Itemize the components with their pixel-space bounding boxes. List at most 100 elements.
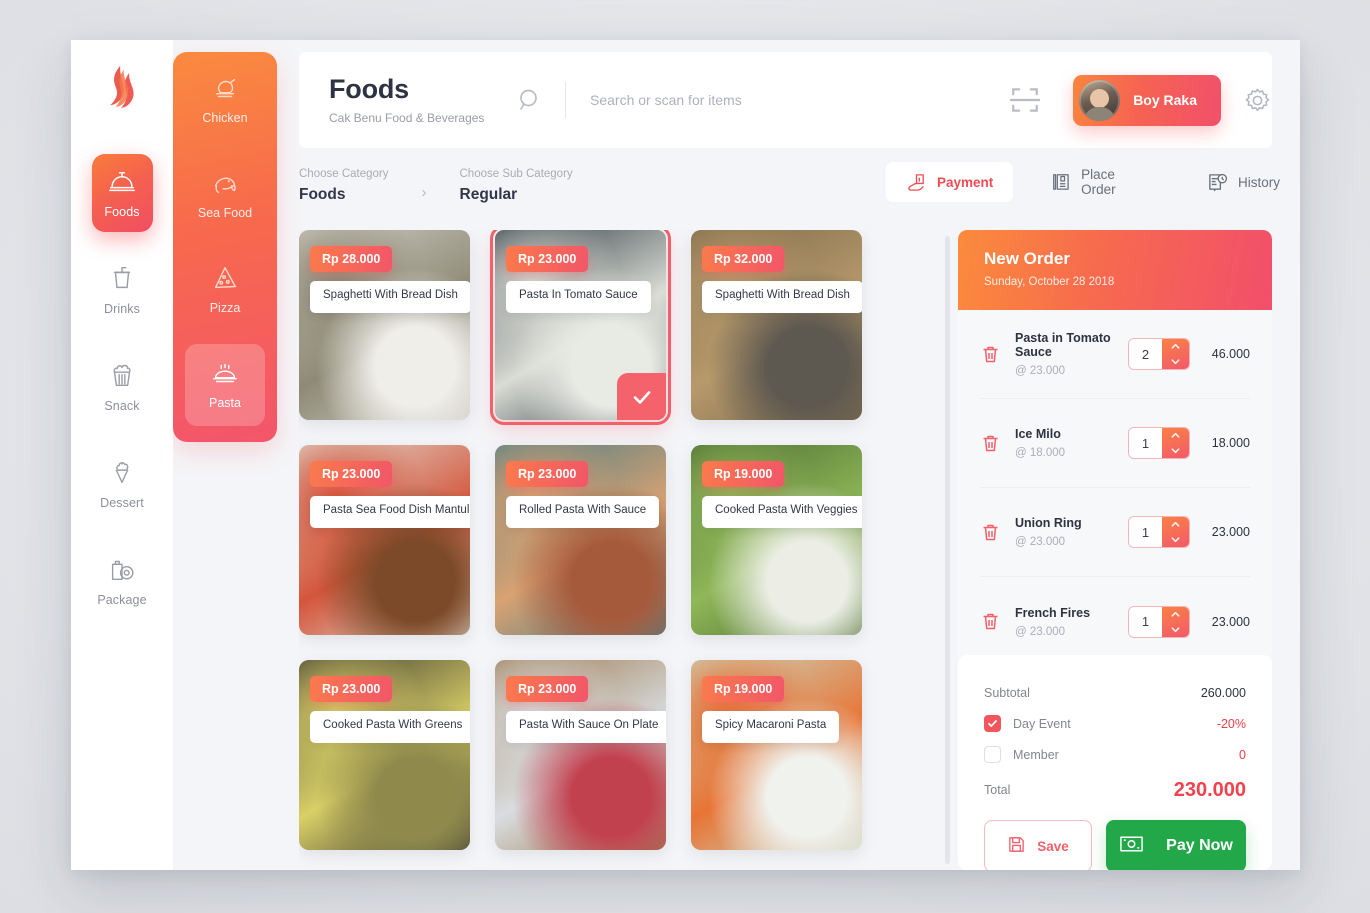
top-bar: Foods Cak Benu Food & Beverages Search o…: [299, 52, 1272, 148]
sidebar-item-drinks[interactable]: Drinks: [71, 241, 173, 338]
subcategory-item-seafood[interactable]: Sea Food: [173, 147, 277, 242]
app-window: Foods Drinks Snack Dessert Package Chick…: [71, 40, 1300, 870]
day-event-checkbox[interactable]: [984, 715, 1001, 732]
total-label: Total: [984, 783, 1011, 797]
sidebar-item-package[interactable]: Package: [71, 532, 173, 629]
quantity-value[interactable]: 2: [1129, 339, 1162, 369]
increment-button[interactable]: [1162, 428, 1189, 443]
quantity-value[interactable]: 1: [1129, 606, 1162, 637]
money-bill-icon: [1119, 833, 1144, 860]
chicken-icon: [210, 74, 240, 102]
increment-button[interactable]: [1162, 517, 1189, 532]
product-card[interactable]: Rp 32.000 Spaghetti With Bread Dish: [691, 230, 862, 420]
product-card[interactable]: Rp 23.000 Rolled Pasta With Sauce: [495, 445, 666, 635]
save-label: Save: [1037, 838, 1069, 854]
subcategory-item-chicken[interactable]: Chicken: [173, 52, 277, 147]
stepper-arrows: [1162, 606, 1189, 637]
panel-tab-list: Payment Place Order History: [886, 162, 1300, 202]
main-sidebar: Foods Drinks Snack Dessert Package: [71, 40, 173, 870]
floppy-save-icon: [1007, 835, 1026, 857]
delete-item-icon[interactable]: [980, 522, 1001, 543]
order-title: New Order: [984, 249, 1070, 268]
quantity-stepper[interactable]: 1: [1128, 516, 1190, 548]
order-item-total: 23.000: [1211, 614, 1250, 629]
sidebar-item-foods[interactable]: Foods: [71, 144, 173, 241]
decrement-button[interactable]: [1162, 354, 1189, 369]
increment-button[interactable]: [1162, 339, 1189, 354]
gear-icon[interactable]: [1243, 86, 1272, 115]
product-card[interactable]: Rp 23.000 Pasta In Tomato Sauce: [490, 230, 671, 425]
tab-payment[interactable]: Payment: [886, 162, 1014, 202]
order-item-row: Ice Milo @ 18.000 1 18.000: [980, 399, 1250, 488]
tab-place-order[interactable]: Place Order: [1031, 162, 1169, 202]
order-header: New Order Sunday, October 28 2018: [958, 230, 1272, 310]
user-profile-button[interactable]: Boy Raka: [1073, 74, 1221, 126]
avatar: [1079, 79, 1121, 121]
order-item-info: French Fires @ 23.000: [1015, 606, 1128, 638]
order-item-row: Union Ring @ 23.000 1 23.000: [980, 488, 1250, 577]
decrement-button[interactable]: [1162, 622, 1189, 637]
content-area: Foods Cak Benu Food & Beverages Search o…: [173, 40, 1300, 870]
delete-item-icon[interactable]: [980, 433, 1001, 454]
product-name: Pasta In Tomato Sauce: [506, 281, 651, 313]
order-item-unit-price: @ 23.000: [1015, 536, 1066, 548]
quantity-stepper[interactable]: 1: [1128, 427, 1190, 459]
pizza-icon: [210, 264, 240, 292]
popcorn-icon: [107, 360, 137, 390]
order-item-name: Ice Milo: [1015, 427, 1061, 441]
product-grid-scrollbar[interactable]: [945, 236, 950, 864]
flame-logo-icon: [110, 65, 134, 108]
member-value: 0: [1239, 747, 1246, 762]
delete-item-icon[interactable]: [980, 344, 1001, 365]
product-card[interactable]: Rp 23.000 Pasta Sea Food Dish Mantul: [299, 445, 470, 635]
chevron-right-icon: ›: [421, 184, 427, 201]
pay-now-button[interactable]: Pay Now: [1106, 820, 1246, 870]
order-item-total: 23.000: [1211, 525, 1250, 539]
product-card[interactable]: Rp 19.000 Spicy Macaroni Pasta: [691, 660, 862, 850]
day-event-value: -20%: [1216, 716, 1246, 731]
search-icon[interactable]: [517, 87, 543, 113]
breadcrumb-category[interactable]: Choose Category Foods: [299, 168, 389, 204]
product-card[interactable]: Rp 19.000 Cooked Pasta With Veggies: [691, 445, 862, 635]
sidebar-item-label: Package: [97, 593, 147, 607]
decrement-button[interactable]: [1162, 532, 1189, 547]
action-buttons: Save Pay Now: [984, 820, 1246, 870]
hand-payment-icon: [906, 172, 927, 193]
product-card[interactable]: Rp 23.000 Pasta With Sauce On Plate: [495, 660, 666, 850]
stepper-arrows: [1162, 517, 1189, 547]
quantity-stepper[interactable]: 1: [1128, 605, 1190, 638]
quantity-value[interactable]: 1: [1129, 428, 1162, 458]
product-name: Pasta With Sauce On Plate: [506, 711, 666, 743]
product-card[interactable]: Rp 28.000 Spaghetti With Bread Dish: [299, 230, 470, 420]
member-checkbox[interactable]: [984, 746, 1001, 763]
clipboard-icon: [1051, 172, 1071, 193]
tab-label: History: [1237, 174, 1280, 190]
save-button[interactable]: Save: [984, 820, 1092, 870]
subcategory-item-pizza[interactable]: Pizza: [173, 242, 277, 337]
order-item-row: French Fires @ 23.000 1 23.000: [980, 577, 1250, 666]
sidebar-item-label: Dessert: [100, 496, 144, 510]
breadcrumb-subcategory[interactable]: Choose Sub Category Regular: [460, 168, 573, 204]
increment-button[interactable]: [1162, 607, 1189, 622]
tab-history[interactable]: History: [1187, 162, 1300, 202]
order-item-unit-price: @ 23.000: [1015, 625, 1066, 638]
search-input[interactable]: [590, 92, 920, 108]
sidebar-item-snack[interactable]: Snack: [71, 338, 173, 435]
decrement-button[interactable]: [1162, 443, 1189, 458]
delete-item-icon[interactable]: [980, 611, 1001, 632]
sidebar-item-label: Drinks: [103, 302, 141, 316]
subcategory-item-label: Chicken: [202, 111, 248, 125]
order-item-info: Ice Milo @ 18.000: [1015, 427, 1128, 459]
quantity-value[interactable]: 1: [1129, 517, 1162, 547]
member-label: Member: [1013, 747, 1059, 762]
product-card[interactable]: Rp 23.000 Cooked Pasta With Greens: [299, 660, 470, 850]
search-area: [517, 81, 1005, 119]
total-row: Total 230.000: [984, 770, 1246, 810]
order-item-name: French Fires: [1015, 605, 1091, 620]
sidebar-item-dessert[interactable]: Dessert: [71, 435, 173, 532]
order-item-info: Union Ring @ 23.000: [1015, 516, 1128, 548]
barcode-scan-icon[interactable]: [1005, 80, 1045, 120]
product-price: Rp 19.000: [702, 461, 785, 487]
subcategory-item-pasta[interactable]: Pasta: [173, 337, 277, 432]
quantity-stepper[interactable]: 2: [1128, 338, 1190, 370]
